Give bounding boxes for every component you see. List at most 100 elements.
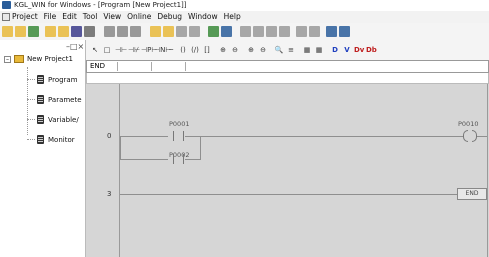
func-icon[interactable]: [] — [202, 45, 212, 55]
tree-item-monitor[interactable]: Monitor — [27, 135, 75, 144]
edit-bar-secondary[interactable] — [86, 73, 489, 84]
dv-icon[interactable]: Dv — [354, 45, 364, 55]
context-help-icon[interactable] — [339, 26, 350, 37]
coil-nc-icon[interactable]: (/) — [190, 45, 200, 55]
variable-icon — [37, 115, 44, 124]
ladder-toolbar: ↖ □ ⊣⊢ ⊣⊬ ⊣P⊢ ⊣N⊢ ─() (/)[] ⊕ ⊖ ⊕ ⊖ 🔍 ≡ ▦ ▦ D V Dv Db — [86, 40, 489, 60]
left-power-rail — [119, 84, 120, 257]
contact-no-icon[interactable]: ⊣⊢ — [115, 45, 127, 55]
coil-label: P0010 — [458, 120, 479, 128]
open-file-icon[interactable] — [58, 26, 69, 37]
rung-wire — [477, 136, 487, 137]
zoom-in-icon[interactable]: ⊕ — [218, 45, 228, 55]
tree-root[interactable]: – New Project1 — [4, 55, 73, 63]
contact-label: P0001 — [169, 120, 190, 128]
plc-io-icon[interactable] — [221, 26, 232, 37]
copy-icon[interactable] — [117, 26, 128, 37]
menu-item-online[interactable]: Online — [127, 11, 151, 23]
ladder-view-4-icon[interactable] — [189, 26, 200, 37]
contact-nc-icon[interactable]: ⊣⊬ — [128, 45, 140, 55]
menu-item-edit[interactable]: Edit — [62, 11, 77, 23]
menu-item-tool[interactable]: Tool — [83, 11, 98, 23]
menu-items: Project File Edit Tool View Online Debug Window… — [12, 11, 241, 23]
tree-root-label: New Project1 — [27, 55, 73, 63]
main-toolbar — [0, 23, 489, 41]
app-icon — [2, 1, 11, 9]
edit-cell-instruction[interactable]: END — [88, 62, 118, 71]
contact-no[interactable] — [173, 131, 185, 141]
contact-no[interactable] — [173, 154, 185, 164]
comment-icon[interactable]: ▦ — [314, 45, 324, 55]
tree-item-label: Program — [48, 75, 78, 84]
output-coil[interactable] — [463, 130, 477, 142]
cut-icon[interactable] — [104, 26, 115, 37]
select-icon[interactable]: ↖ — [90, 45, 100, 55]
v-icon[interactable]: V — [342, 45, 352, 55]
open-project-icon[interactable] — [15, 26, 26, 37]
title-bar: KGL_WIN for Windows - [Program [New Proj… — [0, 0, 489, 11]
list-icon[interactable]: ≡ — [286, 45, 296, 55]
contact-p-icon[interactable]: ⊣P⊢ — [141, 45, 157, 55]
ladder-view-2-icon[interactable] — [163, 26, 174, 37]
edit-bar: END — [86, 60, 489, 73]
tree-item-label: Variable/ — [48, 115, 79, 124]
save-project-icon[interactable] — [28, 26, 39, 37]
d-icon[interactable]: D — [330, 45, 340, 55]
paste-icon[interactable] — [130, 26, 141, 37]
right-power-rail — [487, 84, 488, 257]
print-icon[interactable] — [84, 26, 95, 37]
online-icon[interactable] — [240, 26, 251, 37]
monitor-icon[interactable] — [208, 26, 219, 37]
rung-wire — [120, 194, 457, 195]
menu-item-view[interactable]: View — [103, 11, 121, 23]
branch-wire — [185, 159, 200, 160]
help-icon[interactable] — [326, 26, 337, 37]
rung-step-number: 3 — [107, 190, 112, 198]
write-icon[interactable] — [296, 26, 307, 37]
tree-item-parameter[interactable]: Paramete — [27, 95, 82, 104]
edit-cell-operand1[interactable] — [118, 62, 152, 71]
branch-wire — [120, 159, 168, 160]
branch-wire — [120, 136, 121, 159]
save-file-icon[interactable] — [71, 26, 82, 37]
pane-close-icon[interactable]: –□× — [66, 42, 84, 51]
find-icon[interactable]: 🔍 — [274, 45, 284, 55]
contact-n-icon[interactable]: ⊣N⊢ — [154, 45, 171, 55]
zoom-out-icon[interactable]: ⊖ — [230, 45, 240, 55]
end-instruction[interactable]: END — [457, 188, 487, 200]
rung-step-number: 0 — [107, 132, 112, 140]
rung-wire — [185, 136, 463, 137]
stop-icon[interactable] — [279, 26, 290, 37]
menu-item-file[interactable]: File — [44, 11, 57, 23]
collapse-icon[interactable]: – — [4, 55, 11, 63]
new-file-icon[interactable] — [45, 26, 56, 37]
menu-item-help[interactable]: Help — [224, 11, 241, 23]
project-folder-icon — [14, 55, 24, 63]
parameter-icon — [37, 95, 44, 104]
tree-item-label: Paramete — [48, 95, 82, 104]
menu-item-debug[interactable]: Debug — [157, 11, 182, 23]
db-icon[interactable]: Db — [366, 45, 377, 55]
edit-cell-operand2[interactable] — [152, 62, 186, 71]
read-icon[interactable] — [309, 26, 320, 37]
zoom-100-icon[interactable]: ⊖ — [258, 45, 268, 55]
document-icon — [2, 13, 10, 21]
var-icon[interactable]: ▦ — [302, 45, 312, 55]
coil-icon[interactable]: () — [178, 45, 188, 55]
ladder-view-1-icon[interactable] — [150, 26, 161, 37]
tree-item-variable[interactable]: Variable/ — [27, 115, 79, 124]
zoom-fit-icon[interactable]: ⊕ — [246, 45, 256, 55]
menu-bar: Project File Edit Tool View Online Debug Window… — [0, 11, 489, 23]
menu-item-project[interactable]: Project — [12, 11, 38, 23]
hline-icon[interactable]: ─ — [166, 45, 176, 55]
tree-item-program[interactable]: Program — [27, 75, 78, 84]
connect-icon[interactable] — [253, 26, 264, 37]
ladder-view-3-icon[interactable] — [176, 26, 187, 37]
menu-item-window[interactable]: Window — [188, 11, 218, 23]
run-icon[interactable] — [266, 26, 277, 37]
ladder-editor[interactable] — [86, 84, 489, 257]
rect-icon[interactable]: □ — [102, 45, 112, 55]
new-project-icon[interactable] — [2, 26, 13, 37]
monitor-file-icon — [37, 135, 44, 144]
project-pane: –□× – New Project1 Program Paramete Vari… — [0, 40, 86, 257]
